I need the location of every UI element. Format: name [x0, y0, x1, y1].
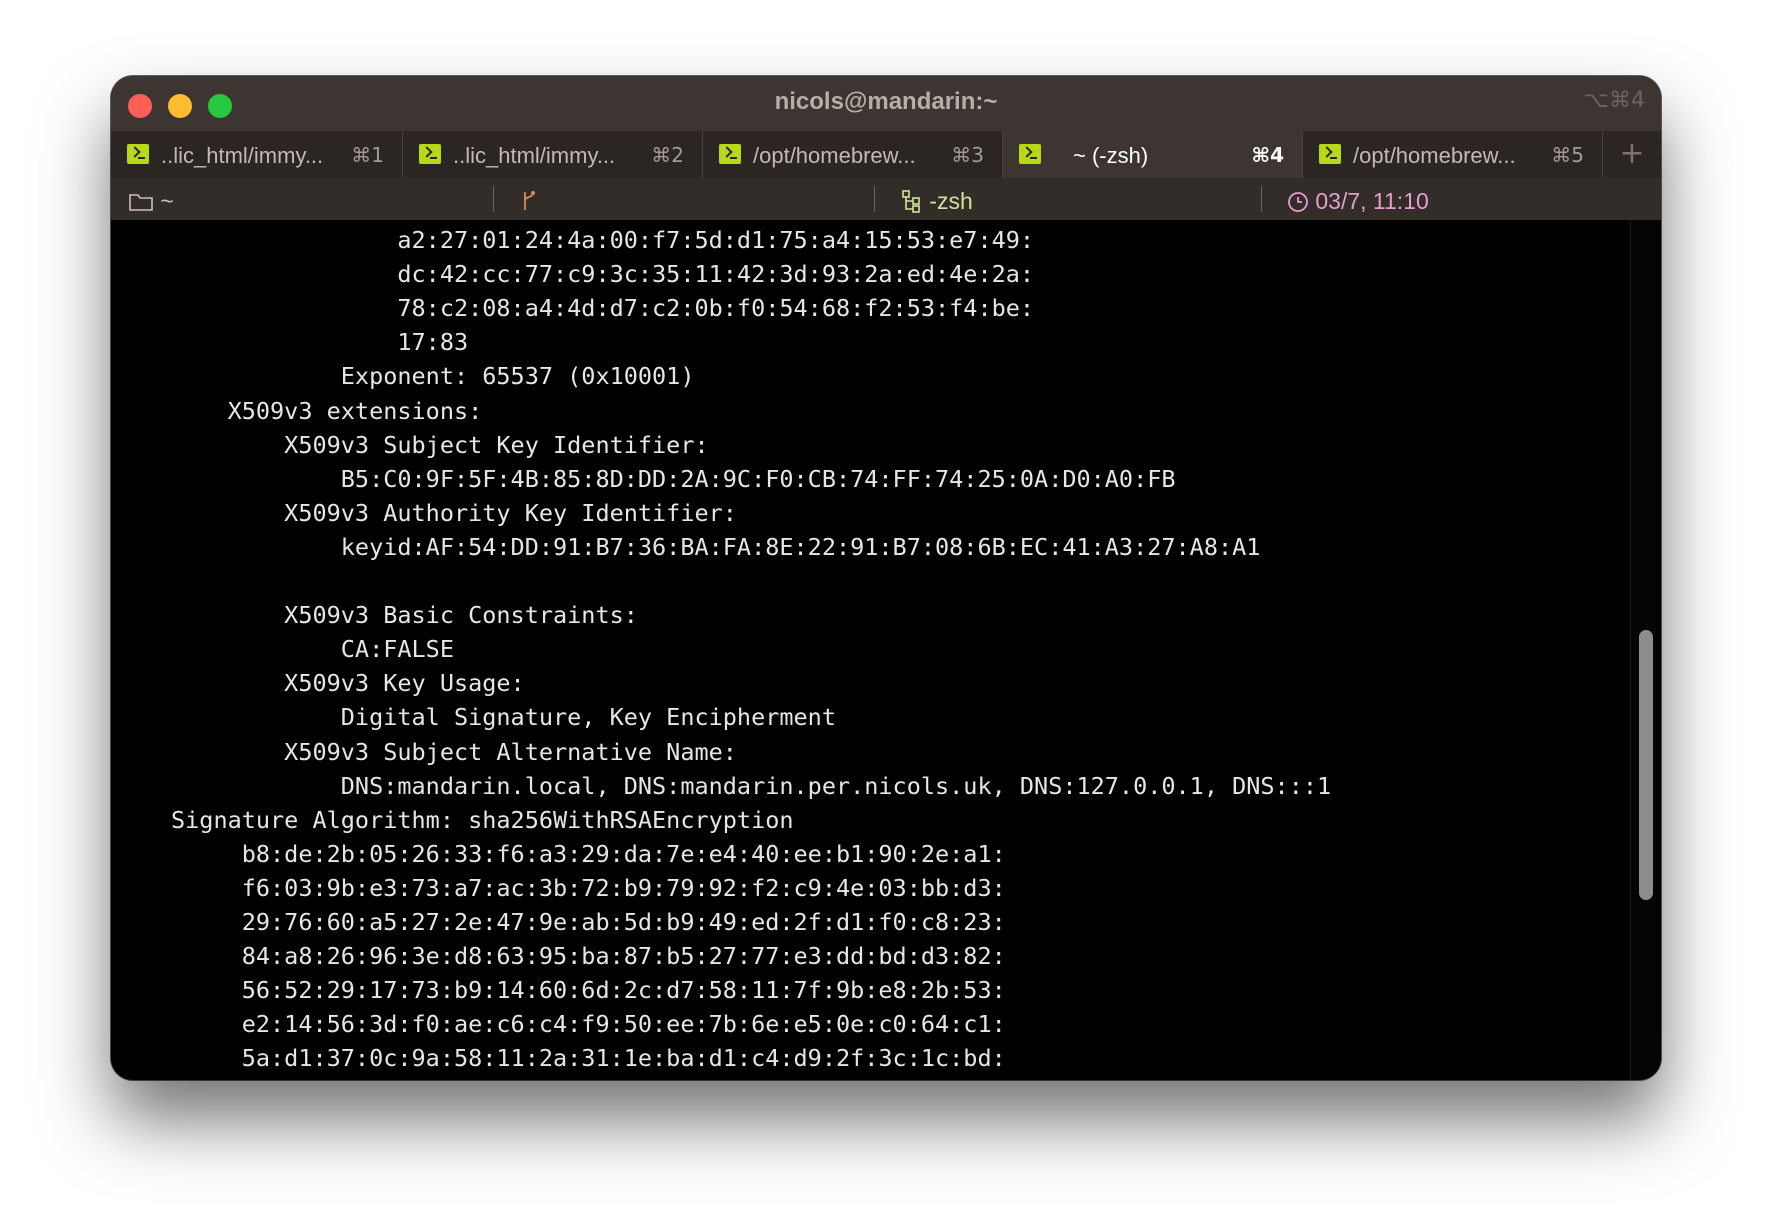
terminal-icon	[1019, 144, 1041, 164]
terminal-line: Signature Algorithm: sha256WithRSAEncryp…	[171, 805, 794, 834]
folder-icon	[129, 194, 153, 211]
tab-label: ~ (-zsh)	[1073, 143, 1149, 168]
terminal-line: e2:14:56:3d:f0:ae:c6:c4:f9:50:ee:7b:6e:e…	[171, 1010, 1006, 1039]
tab-shortcut: ⌘2	[651, 143, 684, 167]
tab-label: /opt/homebrew...	[753, 143, 916, 168]
window-shortcut: ⌥⌘4	[1583, 88, 1645, 113]
tab-shortcut: ⌘4	[1251, 143, 1284, 167]
terminal-line: X509v3 Authority Key Identifier:	[171, 498, 737, 527]
tab-1[interactable]: ..lic_html/immy... ⌘1	[111, 131, 403, 178]
terminal-line: CA:FALSE	[171, 635, 454, 664]
tab-5[interactable]: /opt/homebrew... ⌘5	[1303, 131, 1603, 178]
terminal-line: dc:42:cc:77:c9:3c:35:11:42:3d:93:2a:ed:4…	[171, 260, 1035, 289]
terminal-line: 78:c2:08:a4:4d:d7:c2:0b:f0:54:68:f2:53:f…	[171, 294, 1035, 323]
status-git[interactable]	[520, 188, 538, 215]
terminal-line: keyid:AF:54:DD:91:B7:36:BA:FA:8E:22:91:B…	[171, 532, 1261, 561]
status-bar: ~ -zsh 03/7, 11:10	[111, 178, 1661, 220]
scrollbar-thumb[interactable]	[1639, 630, 1653, 900]
tab-shortcut: ⌘5	[1551, 143, 1584, 167]
terminal-output[interactable]: a2:27:01:24:4a:00:f7:5d:d1:75:a4:15:53:e…	[111, 220, 1631, 1080]
clock-icon	[1288, 192, 1308, 212]
terminal-window: nicols@mandarin:~ ⌥⌘4 ..lic_html/immy...…	[111, 76, 1661, 1080]
git-branch-icon	[524, 191, 535, 210]
tab-shortcut: ⌘1	[351, 143, 384, 167]
terminal-line: 84:a8:26:96:3e:d8:63:95:ba:87:b5:27:77:e…	[171, 942, 1006, 971]
terminal-line: Exponent: 65537 (0x10001)	[171, 362, 695, 391]
tab-label: /opt/homebrew...	[1353, 143, 1516, 168]
process-tree-icon	[902, 190, 920, 213]
status-time[interactable]: 03/7, 11:10	[1287, 188, 1429, 215]
datetime-label: 03/7, 11:10	[1315, 188, 1429, 214]
process-label: -zsh	[929, 188, 973, 214]
new-tab-button[interactable]: +	[1603, 131, 1661, 178]
tab-3[interactable]: /opt/homebrew... ⌘3	[703, 131, 1003, 178]
terminal-line: X509v3 Basic Constraints:	[171, 601, 638, 630]
terminal-line: B5:C0:9F:5F:4B:85:8D:DD:2A:9C:F0:CB:74:F…	[171, 464, 1176, 493]
tab-label: ..lic_html/immy...	[161, 143, 324, 168]
terminal-line: X509v3 Key Usage:	[171, 669, 525, 698]
terminal-line: 5a:d1:37:0c:9a:58:11:2a:31:1e:ba:d1:c4:d…	[171, 1044, 1006, 1073]
terminal-line: a2:27:01:24:4a:00:f7:5d:d1:75:a4:15:53:e…	[171, 226, 1035, 254]
title-bar[interactable]: nicols@mandarin:~ ⌥⌘4	[111, 76, 1661, 131]
window-title: nicols@mandarin:~	[774, 88, 998, 115]
tab-bar: ..lic_html/immy... ⌘1 ..lic_html/immy...…	[111, 131, 1661, 178]
terminal-icon	[1319, 144, 1341, 164]
terminal-line: b8:de:2b:05:26:33:f6:a3:29:da:7e:e4:40:e…	[171, 839, 1006, 868]
status-divider	[493, 186, 494, 212]
terminal-line: X509v3 Subject Key Identifier:	[171, 430, 709, 459]
status-process[interactable]: -zsh	[901, 188, 973, 215]
terminal-line: X509v3 Subject Alternative Name:	[171, 737, 737, 766]
status-divider	[874, 186, 875, 212]
terminal-line: 29:76:60:a5:27:2e:47:9e:ab:5d:b9:49:ed:2…	[171, 908, 1006, 936]
status-divider	[1261, 186, 1262, 212]
terminal-line: Digital Signature, Key Encipherment	[171, 703, 836, 732]
terminal-line: f6:03:9b:e3:73:a7:ac:3b:72:b9:79:92:f2:c…	[171, 873, 1006, 902]
tab-4[interactable]: ~ (-zsh) ⌘4	[1003, 131, 1303, 178]
terminal-icon	[127, 144, 149, 164]
terminal-icon	[419, 144, 441, 164]
directory-label: ~	[160, 188, 174, 214]
terminal-line: 56:52:29:17:73:b9:14:60:6d:2c:d7:58:11:7…	[171, 976, 1006, 1005]
tab-2[interactable]: ..lic_html/immy... ⌘2	[403, 131, 703, 178]
tab-label: ..lic_html/immy...	[453, 143, 616, 168]
terminal-line: DNS:mandarin.local, DNS:mandarin.per.nic…	[171, 771, 1332, 800]
tab-shortcut: ⌘3	[951, 143, 984, 167]
terminal-icon	[719, 144, 741, 164]
terminal-line: X509v3 extensions:	[171, 396, 483, 425]
status-directory[interactable]: ~	[128, 188, 174, 215]
scrollbar[interactable]	[1630, 220, 1661, 1080]
terminal-line: 17:83	[171, 328, 469, 357]
